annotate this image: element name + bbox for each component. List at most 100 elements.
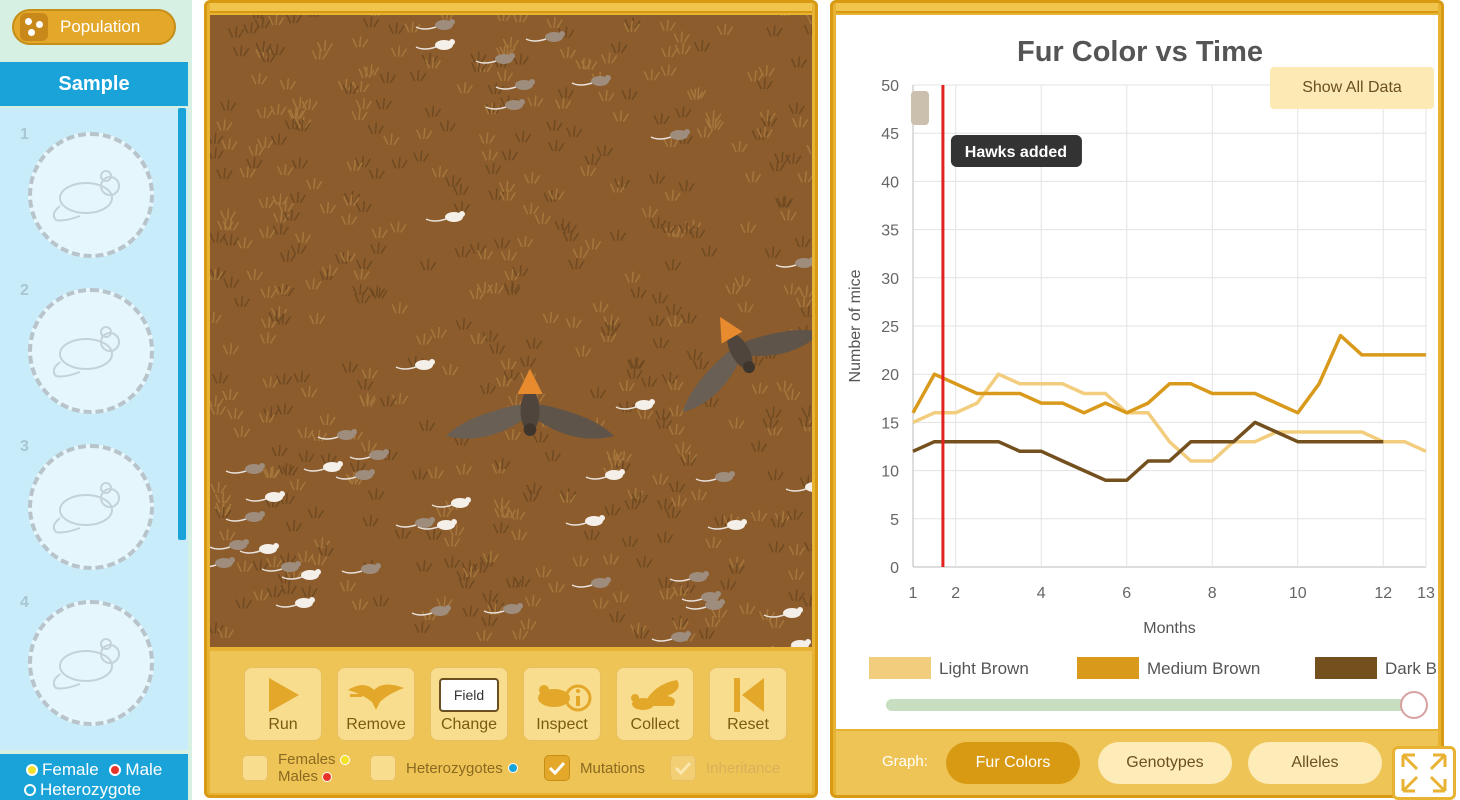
graph-top-bar [836, 3, 1438, 13]
run-label: Run [268, 716, 298, 733]
sample-title: Sample [0, 62, 188, 106]
checkmark-icon [548, 761, 566, 775]
time-slider-thumb [1400, 691, 1428, 719]
reset-button[interactable]: Reset [709, 667, 787, 741]
reset-icon [734, 678, 764, 712]
range-handle [911, 91, 929, 125]
x-tick-label: 2 [951, 585, 960, 602]
legend-swatch [869, 657, 931, 679]
empty-slot-circle[interactable] [28, 132, 154, 258]
graph-area: Fur Color vs Time 0 5 10 15 20 25 30 35 40 45 50 1 2 4… [836, 15, 1460, 729]
x-tick-label: 8 [1208, 585, 1217, 602]
graph-panel: Fur Color vs Time 0 5 10 15 20 25 30 35 40 45 50 1 2 4… [830, 0, 1460, 798]
mouse-outline-icon [52, 482, 120, 534]
population-button[interactable]: Population [12, 9, 176, 45]
y-axis-label: Number of mice [847, 269, 864, 382]
y-tick-label: 15 [881, 415, 899, 432]
male-dot-icon [322, 772, 333, 782]
mutations-checkbox-box[interactable] [544, 755, 570, 781]
genotypes-tab[interactable]: Genotypes [1098, 742, 1232, 784]
slot-number: 3 [20, 438, 29, 455]
checkmark-icon [674, 761, 692, 775]
y-tick-label: 40 [881, 174, 899, 191]
expand-icon [1401, 753, 1447, 793]
legend-swatch [1077, 657, 1139, 679]
app-root: Population Sample 1 2 3 4 Female Male He… [0, 0, 1460, 800]
sample-slot-3[interactable]: 3 [0, 426, 178, 582]
inheritance-checkbox-box[interactable] [670, 755, 696, 781]
males-label: Males [278, 768, 319, 785]
mutations-checkbox[interactable]: Mutations [544, 751, 645, 785]
sample-slot-4[interactable]: 4 [0, 582, 178, 738]
run-button[interactable]: Run [244, 667, 322, 741]
mouse-outline-icon [52, 326, 120, 378]
inspect-icon [538, 684, 592, 712]
y-tick-label: 50 [881, 78, 899, 95]
graph-selector-bar: Graph: Fur Colors Genotypes Alleles [836, 731, 1438, 795]
x-tick-label: 6 [1122, 585, 1131, 602]
slot-number: 1 [20, 126, 29, 143]
heterozygotes-checkbox[interactable]: Heterozygotes [370, 751, 522, 785]
dice-icon [20, 13, 48, 41]
y-tick-label: 20 [881, 367, 899, 384]
sample-sidebar: Population Sample 1 2 3 4 Female Male He… [0, 0, 192, 800]
x-tick-label: 10 [1289, 585, 1307, 602]
x-tick-label: 1 [909, 585, 918, 602]
simulation-top-bar [210, 3, 812, 13]
x-tick-label: 4 [1037, 585, 1046, 602]
fullscreen-button[interactable] [1392, 746, 1456, 800]
x-axis-label: Months [1143, 620, 1195, 637]
sample-slot-1[interactable]: 1 [0, 114, 178, 270]
chart-title: Fur Color vs Time [1017, 36, 1263, 68]
x-tick-label: 13 [1417, 585, 1435, 602]
sample-list[interactable]: 1 2 3 4 [0, 108, 188, 750]
female-dot-icon [339, 755, 350, 765]
legend-label: Medium Brown [1147, 659, 1260, 678]
population-tab: Population [6, 6, 184, 54]
reset-label: Reset [727, 716, 769, 733]
sample-slot-2[interactable]: 2 [0, 270, 178, 426]
play-icon [269, 678, 299, 712]
inheritance-checkbox[interactable]: Inheritance [670, 751, 780, 785]
female-dot-icon [26, 764, 38, 776]
slot-number: 4 [20, 594, 29, 611]
inspect-label: Inspect [536, 716, 588, 733]
fur-color-chart: Fur Color vs Time051015202530354045501 2 4… [847, 36, 1460, 719]
field-badge: Field [439, 678, 499, 712]
collect-button[interactable]: Collect [616, 667, 694, 741]
sex-legend: Female Male Heterozygote [0, 754, 188, 800]
field-change-button[interactable]: Field Change [430, 667, 508, 741]
alleles-tab[interactable]: Alleles [1248, 742, 1382, 784]
remove-button[interactable]: Remove [337, 667, 415, 741]
collect-hand-icon [631, 680, 679, 710]
y-tick-label: 0 [890, 560, 899, 577]
heterozygote-dot-icon [24, 784, 36, 796]
field-view[interactable] [210, 15, 812, 647]
sex-checkbox-box[interactable] [242, 755, 268, 781]
hawk-remove-icon [348, 684, 404, 710]
legend-male: Male [125, 760, 163, 779]
inspect-button[interactable]: Inspect [523, 667, 601, 741]
heterozygotes-checkbox-box[interactable] [370, 755, 396, 781]
y-tick-label: 45 [881, 126, 899, 143]
hawks-added-label: Hawks added [965, 144, 1067, 161]
male-dot-icon [109, 764, 122, 776]
y-tick-label: 25 [881, 319, 899, 336]
inheritance-label: Inheritance [706, 759, 781, 777]
sample-scrollbar[interactable] [178, 108, 186, 540]
fur-colors-tab[interactable]: Fur Colors [946, 742, 1080, 784]
empty-slot-circle[interactable] [28, 288, 154, 414]
population-label: Population [60, 17, 141, 36]
empty-slot-circle[interactable] [28, 444, 154, 570]
field-scene [210, 15, 812, 647]
females-label: Females [278, 751, 336, 768]
heterozygote-dot-icon [507, 763, 518, 773]
y-tick-label: 35 [881, 223, 899, 240]
legend-label: Light Brown [939, 659, 1029, 678]
heterozygotes-label: Heterozygotes [406, 759, 503, 777]
series-line [912, 372, 1427, 463]
show-all-data-button[interactable]: Show All Data [1270, 67, 1434, 109]
simulation-panel: Run Remove Field Change Inspect Collect … [204, 0, 818, 798]
sex-checkbox[interactable]: Females Males [242, 751, 354, 785]
empty-slot-circle[interactable] [28, 600, 154, 726]
